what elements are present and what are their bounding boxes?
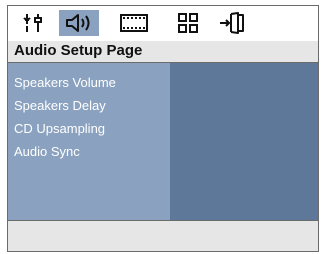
menu-item-speakers-delay[interactable]: Speakers Delay (14, 98, 106, 113)
video-setup-icon (120, 14, 148, 32)
audio-setup-icon (64, 12, 94, 34)
setup-tab-bar (8, 6, 318, 42)
tab-preference-setup[interactable] (168, 10, 208, 36)
page-title-bar: Audio Setup Page (8, 41, 318, 63)
setup-menu-window: Audio Setup Page Speakers Volume Speaker… (7, 5, 319, 252)
tab-video-setup[interactable] (114, 10, 154, 36)
tab-exit-setup[interactable] (213, 10, 253, 36)
exit-setup-icon (219, 12, 247, 34)
audio-settings-menu: Speakers Volume Speakers Delay CD Upsamp… (8, 63, 170, 220)
tab-audio-setup[interactable] (59, 10, 99, 36)
tab-general-setup[interactable] (14, 10, 54, 36)
menu-item-speakers-volume[interactable]: Speakers Volume (14, 75, 116, 90)
page-title: Audio Setup Page (14, 42, 143, 59)
menu-item-cd-upsampling[interactable]: CD Upsampling (14, 121, 105, 136)
settings-detail-panel (170, 63, 318, 220)
general-setup-icon (23, 12, 45, 34)
menu-item-audio-sync[interactable]: Audio Sync (14, 144, 80, 159)
status-bar (8, 220, 318, 251)
preference-setup-icon (177, 12, 199, 34)
